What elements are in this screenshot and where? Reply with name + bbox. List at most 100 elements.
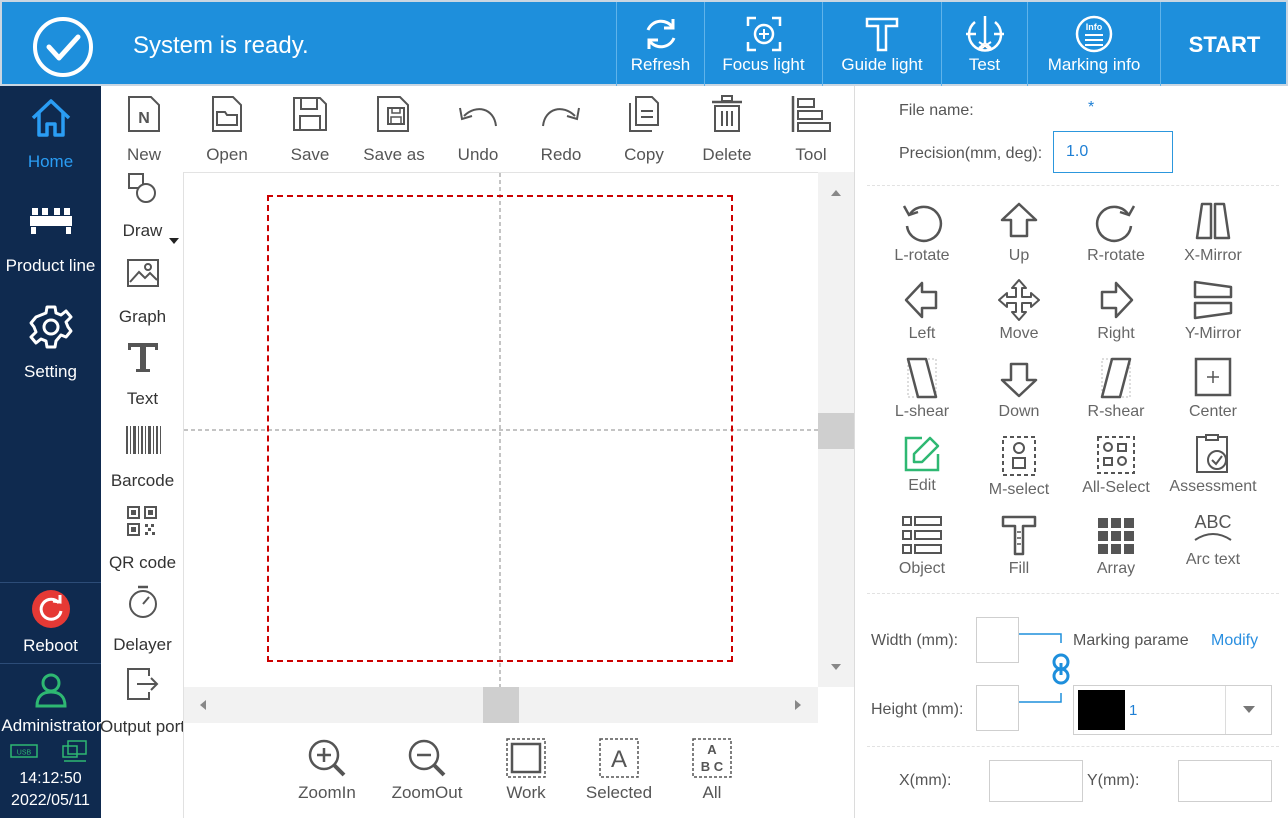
delayer-tool[interactable]: Delayer — [101, 582, 183, 660]
draw-tool[interactable]: Draw — [101, 172, 183, 246]
redo-button[interactable]: Redo — [521, 86, 601, 172]
height-input[interactable] — [976, 685, 1019, 731]
design-canvas[interactable] — [184, 172, 818, 688]
tool-button[interactable]: Tool — [771, 86, 851, 172]
sidebar-item-product-line[interactable]: Product line — [0, 198, 101, 284]
refresh-button[interactable]: Refresh — [616, 2, 704, 86]
work-area-icon — [506, 738, 546, 778]
work-view-button[interactable]: Work — [481, 735, 571, 815]
delete-icon — [712, 95, 742, 132]
marking-info-button[interactable]: Info Marking info — [1027, 2, 1160, 86]
fill-icon — [1001, 515, 1037, 556]
edit-button[interactable]: Edit — [874, 434, 970, 510]
tool-label: Tool — [795, 145, 827, 164]
r-shear-button[interactable]: R-shear — [1068, 356, 1164, 432]
reboot-icon — [32, 590, 70, 628]
text-icon — [128, 343, 158, 372]
open-button[interactable]: Open — [187, 86, 267, 172]
precision-label: Precision(mm, deg): — [899, 145, 1043, 162]
copy-button[interactable]: Copy — [604, 86, 684, 172]
object-button[interactable]: Object — [874, 514, 970, 590]
arc-text-button[interactable]: ABC Arc text — [1165, 510, 1261, 586]
text-tool[interactable]: Text — [101, 336, 183, 414]
sidebar-item-setting[interactable]: Setting — [0, 302, 101, 388]
check-circle-icon — [33, 17, 93, 77]
marking-param-label: Marking parame — [1073, 632, 1189, 649]
test-button[interactable]: Test — [941, 2, 1027, 86]
left-shear-icon — [906, 357, 938, 399]
selected-view-button[interactable]: A Selected — [574, 735, 664, 815]
qr-code-tool[interactable]: QR code — [101, 500, 183, 578]
svg-text:A: A — [707, 742, 717, 757]
edit-icon — [904, 436, 940, 472]
all-select-button[interactable]: All-Select — [1068, 434, 1164, 510]
scroll-up-icon[interactable] — [829, 188, 843, 198]
center-button[interactable]: Center — [1165, 356, 1261, 432]
output-port-icon — [127, 668, 159, 700]
modify-link[interactable]: Modify — [1211, 632, 1258, 650]
fill-button[interactable]: Fill — [971, 514, 1067, 590]
zoom-out-button[interactable]: ZoomOut — [382, 735, 472, 815]
undo-button[interactable]: Undo — [438, 86, 518, 172]
undo-label: Undo — [457, 145, 499, 164]
vertical-scrollbar[interactable] — [818, 172, 854, 687]
new-button[interactable]: N New — [104, 86, 184, 172]
scroll-left-icon[interactable] — [198, 698, 208, 712]
edit-label: Edit — [908, 477, 936, 494]
barcode-label: Barcode — [110, 471, 175, 490]
reboot-button[interactable]: Reboot — [0, 588, 101, 660]
sidebar-item-home[interactable]: Home — [0, 94, 101, 180]
zoom-bar: ZoomIn ZoomOut Work A Selected A B C All — [184, 723, 854, 818]
x-input[interactable] — [989, 760, 1083, 802]
move-button[interactable]: Move — [971, 278, 1067, 354]
save-as-button[interactable]: Save as — [354, 86, 434, 172]
delete-label: Delete — [702, 145, 752, 164]
x-mirror-button[interactable]: X-Mirror — [1165, 200, 1261, 276]
refresh-icon — [646, 19, 675, 49]
focus-light-button[interactable]: Focus light — [704, 2, 822, 86]
l-shear-button[interactable]: L-shear — [874, 356, 970, 432]
horizontal-scroll-thumb[interactable] — [483, 687, 519, 723]
guide-light-button[interactable]: Guide light — [822, 2, 941, 86]
delete-button[interactable]: Delete — [687, 86, 767, 172]
work-area-boundary — [267, 195, 733, 662]
down-button[interactable]: Down — [971, 356, 1067, 432]
user-account[interactable]: Administrator — [0, 670, 102, 740]
right-button[interactable]: Right — [1068, 278, 1164, 354]
save-button[interactable]: Save — [270, 86, 350, 172]
properties-panel: File name: * Precision(mm, deg): L-rotat… — [854, 86, 1288, 818]
y-input[interactable] — [1178, 760, 1272, 802]
scroll-down-icon[interactable] — [829, 662, 843, 672]
info-icon: Info — [1075, 15, 1113, 53]
m-select-label: M-select — [988, 481, 1050, 498]
m-select-button[interactable]: M-select — [971, 434, 1067, 510]
start-button[interactable]: START — [1160, 2, 1288, 86]
l-rotate-button[interactable]: L-rotate — [874, 200, 970, 276]
right-label: Right — [1097, 325, 1135, 342]
precision-input[interactable] — [1053, 131, 1173, 173]
graph-tool[interactable]: Graph — [101, 254, 183, 332]
timer-icon — [129, 585, 157, 618]
horizontal-scrollbar[interactable] — [184, 687, 818, 723]
assessment-button[interactable]: Assessment — [1165, 434, 1261, 510]
marking-param-select[interactable]: 1 — [1073, 685, 1272, 735]
width-input[interactable] — [976, 617, 1019, 663]
up-button[interactable]: Up — [971, 200, 1067, 276]
zoom-in-button[interactable]: ZoomIn — [282, 735, 372, 815]
output-port-tool[interactable]: Output port — [101, 664, 183, 742]
r-rotate-button[interactable]: R-rotate — [1068, 200, 1164, 276]
barcode-tool[interactable]: Barcode — [101, 418, 183, 496]
link-icon[interactable] — [1051, 653, 1071, 685]
all-view-button[interactable]: A B C All — [667, 735, 757, 815]
rotate-left-icon — [902, 205, 943, 243]
y-mirror-button[interactable]: Y-Mirror — [1165, 278, 1261, 354]
left-button[interactable]: Left — [874, 278, 970, 354]
image-icon — [127, 259, 159, 287]
scroll-right-icon[interactable] — [793, 698, 803, 712]
param-color-swatch — [1078, 690, 1125, 730]
vertical-scroll-thumb[interactable] — [818, 413, 854, 449]
graph-label: Graph — [118, 307, 167, 326]
array-button[interactable]: Array — [1068, 514, 1164, 590]
undo-icon — [459, 107, 497, 127]
all-select-label: All-Select — [1082, 479, 1150, 496]
